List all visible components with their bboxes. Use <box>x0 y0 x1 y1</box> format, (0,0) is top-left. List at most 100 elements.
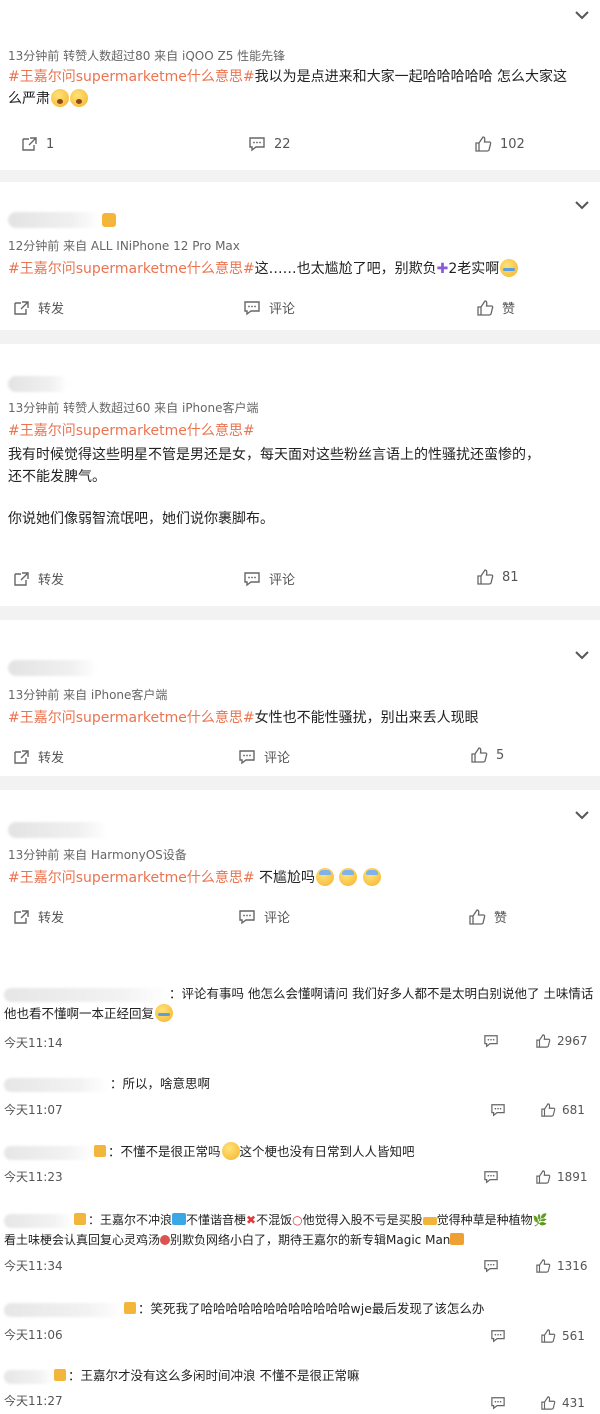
comment-item: ：评论有事吗 他怎么会懂啊请问 我们好多人都不是太明白别说他了 土味情话 他也看… <box>0 984 600 1052</box>
comment-time: 今天11:07 <box>4 1103 63 1117</box>
repost-button[interactable]: 1 <box>20 136 54 152</box>
commenter-name-blurred[interactable] <box>4 1145 94 1160</box>
vip-badge-icon <box>102 213 116 227</box>
vip-badge-icon <box>54 1369 66 1381</box>
comment-button[interactable]: 22 <box>248 136 291 152</box>
username-blurred[interactable] <box>8 212 100 228</box>
reply-button[interactable] <box>483 1034 499 1048</box>
comment-icon <box>484 1171 498 1184</box>
reply-button[interactable] <box>490 1103 506 1117</box>
reply-button[interactable] <box>490 1329 506 1343</box>
topic-hashtag[interactable]: #王嘉尔问supermarketme什么意思# <box>8 261 255 277</box>
chevron-down-icon[interactable] <box>574 10 590 22</box>
post-text: #王嘉尔问supermarketme什么意思#这……也太尴尬了吧，别欺负✚2老实… <box>8 258 592 280</box>
vip-badge-icon <box>124 1302 136 1314</box>
repost-button[interactable]: 转发 <box>12 747 64 766</box>
comment-time: 今天11:27 <box>4 1394 63 1408</box>
shrug-emoji-icon <box>221 1142 240 1160</box>
thumbs-up-icon <box>536 1259 551 1273</box>
post-text: #王嘉尔问supermarketme什么意思# 不尴尬吗 <box>8 867 592 889</box>
commenter-name-blurred[interactable] <box>4 987 169 1002</box>
username-blurred[interactable] <box>8 822 108 838</box>
post-meta: 12分钟前 来自 ALL INiPhone 12 Pro Max <box>8 239 240 253</box>
comment-icon <box>244 571 260 586</box>
weibo-post-4: 13分钟前 来自 iPhone客户端 #王嘉尔问supermarketme什么意… <box>0 620 600 776</box>
thumbs-up-icon <box>536 1034 551 1048</box>
comment-like-button[interactable]: 1316 <box>535 1259 588 1273</box>
comment-button[interactable]: 评论 <box>243 569 295 588</box>
comment-button[interactable]: 评论 <box>238 747 290 766</box>
album-emoji-icon <box>450 1233 465 1245</box>
post-text: #王嘉尔问supermarketme什么意思#女性也不能性骚扰，别出来丢人现眼 <box>8 710 479 726</box>
repost-icon <box>14 571 29 586</box>
comment-like-button[interactable]: 2967 <box>535 1034 588 1048</box>
comment-time: 今天11:06 <box>4 1328 63 1342</box>
thumbs-up-icon <box>471 747 488 763</box>
fearful-emoji-icon <box>339 868 358 886</box>
chevron-down-icon[interactable] <box>574 810 590 822</box>
comment-like-button[interactable]: 561 <box>540 1329 585 1343</box>
topic-hashtag[interactable]: #王嘉尔问supermarketme什么意思# <box>8 870 255 886</box>
thumbs-up-icon <box>477 569 494 585</box>
post-actions: 转发 评论 5 <box>0 747 600 771</box>
weibo-post-1: 13分钟前 转赞人数超过80 来自 iQOO Z5 性能先锋 #王嘉尔问supe… <box>0 0 600 170</box>
post-divider <box>0 330 600 344</box>
comment-like-button[interactable]: 1891 <box>535 1170 588 1184</box>
comment-text: ：所以，啥意思啊 <box>4 1074 594 1094</box>
chevron-down-icon[interactable] <box>574 200 590 212</box>
comment-button[interactable]: 评论 <box>238 907 290 926</box>
like-button[interactable]: 102 <box>474 136 525 152</box>
chevron-down-icon[interactable] <box>574 650 590 662</box>
reply-button[interactable] <box>490 1396 506 1410</box>
comment-button[interactable]: 评论 <box>243 298 295 317</box>
repost-button[interactable]: 转发 <box>12 907 64 926</box>
reply-button[interactable] <box>483 1170 499 1184</box>
thumbs-up-icon <box>541 1103 556 1117</box>
weibo-post-5: 13分钟前 来自 HarmonyOS设备 #王嘉尔问supermarketme什… <box>0 790 600 940</box>
comment-item: ：王嘉尔才没有这么多闲时间冲浪 不懂不是很正常嘛 今天11:27 431 <box>0 1366 600 1412</box>
topic-hashtag[interactable]: #王嘉尔问supermarketme什么意思# <box>8 420 592 442</box>
commenter-name-blurred[interactable] <box>4 1077 110 1092</box>
commenter-name-blurred[interactable] <box>4 1369 54 1384</box>
post-text: #王嘉尔问supermarketme什么意思#我以为是点进来和大家一起哈哈哈哈哈… <box>8 69 568 107</box>
comment-like-button[interactable]: 681 <box>540 1103 585 1117</box>
username-blurred[interactable] <box>8 660 98 676</box>
repost-icon <box>22 137 37 151</box>
repost-icon <box>14 749 29 764</box>
vip-badge-icon <box>74 1213 86 1225</box>
repost-button[interactable]: 转发 <box>12 569 64 588</box>
weibo-post-2: 12分钟前 来自 ALL INiPhone 12 Pro Max #王嘉尔问su… <box>0 182 600 330</box>
comment-icon <box>239 909 255 924</box>
cross-emoji-icon: ✖ <box>246 1213 257 1227</box>
crying-laugh-emoji-icon <box>155 1004 174 1022</box>
like-button[interactable]: 赞 <box>468 907 507 926</box>
topic-hashtag[interactable]: #王嘉尔问supermarketme什么意思# <box>8 69 255 85</box>
topic-hashtag[interactable]: #王嘉尔问supermarketme什么意思# <box>8 710 255 726</box>
thumbs-up-icon <box>475 136 492 152</box>
post-meta: 13分钟前 来自 HarmonyOS设备 <box>8 848 187 862</box>
comment-time: 今天11:34 <box>4 1259 63 1273</box>
post-divider <box>0 170 600 182</box>
commenter-name-blurred[interactable] <box>4 1302 124 1317</box>
comment-text: ：不懂不是很正常吗 这个梗也没有日常到人人皆知吧 <box>4 1142 594 1162</box>
commenter-name-blurred[interactable] <box>4 1213 74 1228</box>
weibo-post-3: 13分钟前 转赞人数超过60 来自 iPhone客户端 #王嘉尔问superma… <box>0 344 600 606</box>
comment-item: ：王嘉尔不冲浪 不懂谐音梗✖不混饭○他觉得入股不亏是买股 觉得种草是种植物🌿 看土味… <box>0 1210 600 1276</box>
like-button[interactable]: 5 <box>470 747 504 763</box>
thumbs-up-icon <box>469 908 486 925</box>
repost-button[interactable]: 转发 <box>12 298 64 317</box>
reply-button[interactable] <box>483 1259 499 1273</box>
like-button[interactable]: 赞 <box>476 298 515 317</box>
post-actions: 1 22 102 <box>0 136 600 160</box>
username-blurred[interactable] <box>8 376 68 392</box>
wave-emoji-icon <box>172 1213 187 1225</box>
repost-icon <box>14 300 29 315</box>
comment-like-button[interactable]: 431 <box>540 1396 585 1410</box>
ticket-emoji-icon <box>422 1217 437 1225</box>
post-meta: 13分钟前 转赞人数超过80 来自 iQOO Z5 性能先锋 <box>8 49 286 63</box>
like-button[interactable]: 81 <box>476 569 519 585</box>
comment-text: ：评论有事吗 他怎么会懂啊请问 我们好多人都不是太明白别说他了 土味情话 他也看… <box>4 986 594 1022</box>
comment-icon <box>239 749 255 764</box>
thumbs-up-icon <box>541 1329 556 1343</box>
post-meta: 13分钟前 转赞人数超过60 来自 iPhone客户端 <box>8 401 259 415</box>
